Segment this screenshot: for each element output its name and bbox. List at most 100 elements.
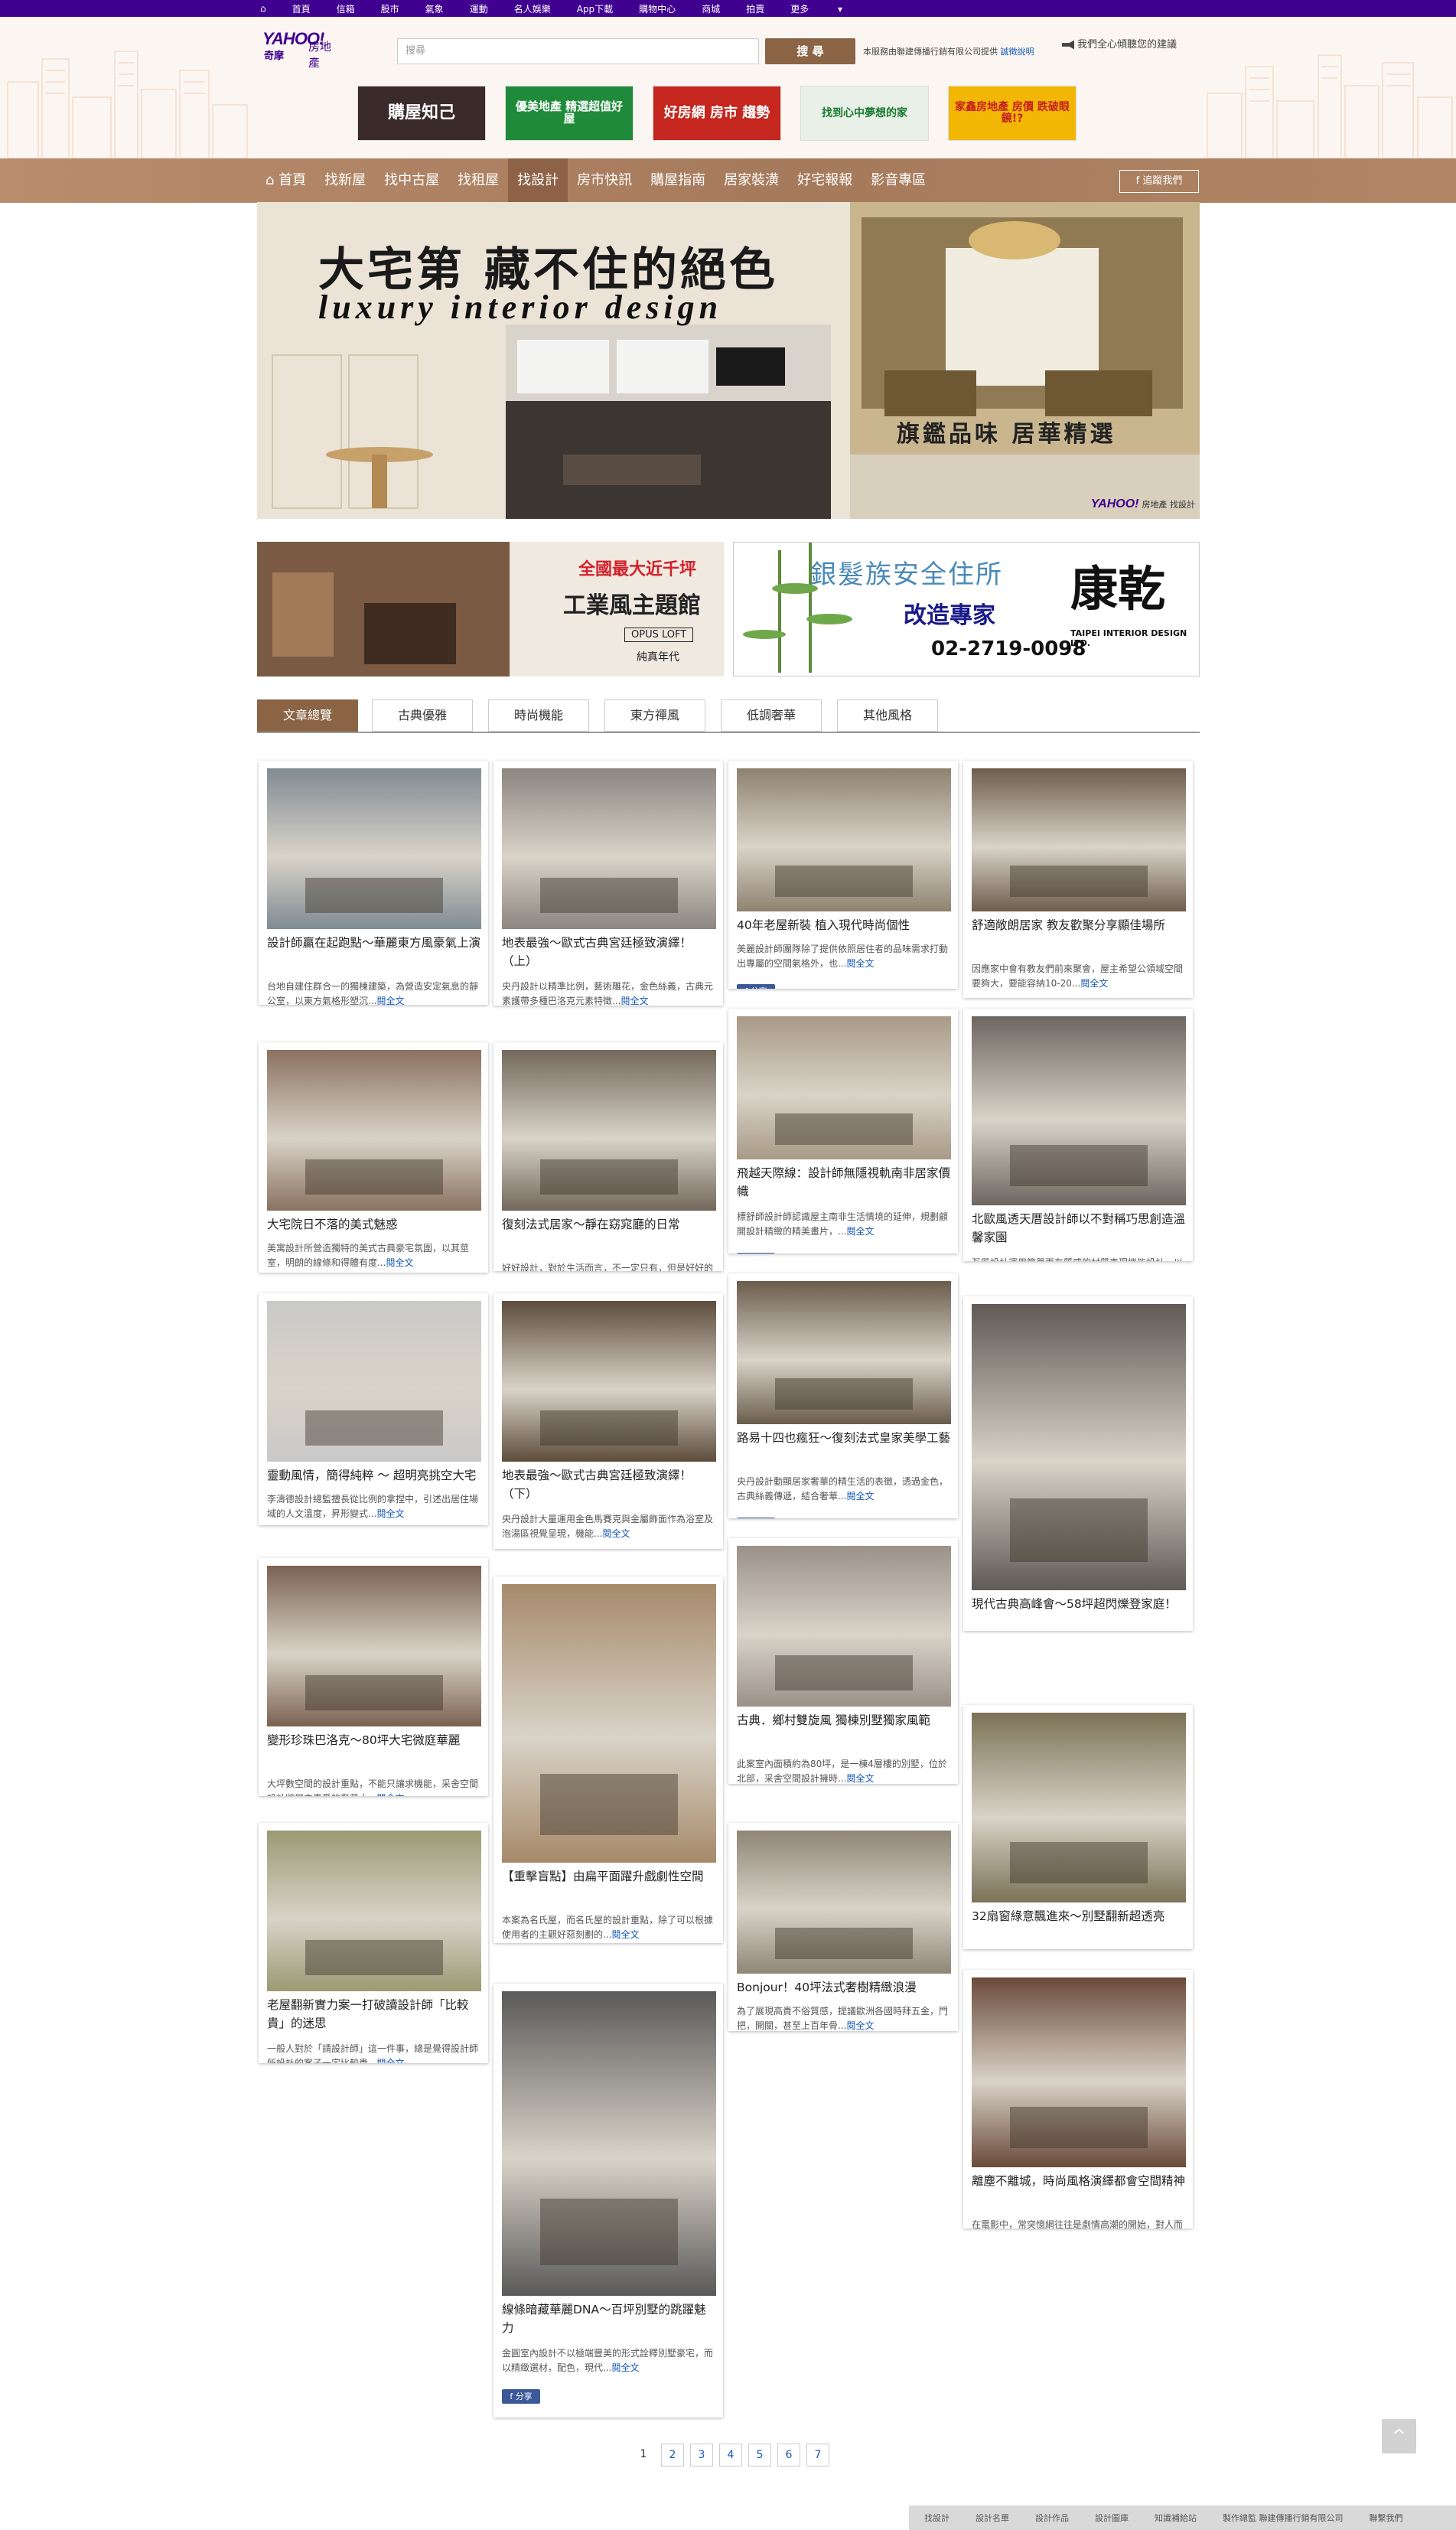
page-2[interactable]: 2: [661, 2444, 684, 2466]
hero-banner[interactable]: 大宅第 藏不住的絕色 luxury interior design 旗鑑品味 居…: [257, 202, 1200, 519]
article-title[interactable]: 古典．鄉村雙旋風 獨棟別墅獨家風範: [737, 1711, 951, 1756]
tab-modern[interactable]: 時尚機能: [488, 699, 589, 732]
article-card[interactable]: 舒適敞朗居家 教友歡聚分享顯佳場所 因應家中會有教友們前來聚會，屋主希望公領域空間…: [963, 761, 1193, 998]
article-title[interactable]: 舒適敞朗居家 教友歡聚分享顯佳場所: [972, 916, 1186, 960]
article-card[interactable]: 32扇窗綠意飄進來～別墅翻新超透亮壁紙，窗簾，燈罩，動線，結構等所有老屋問題，及…: [963, 1705, 1193, 1949]
article-photo[interactable]: [737, 1831, 951, 1974]
home-icon[interactable]: ⌂: [260, 3, 266, 14]
nav-home[interactable]: ⌂ 首頁: [256, 158, 315, 203]
facebook-share-button[interactable]: f 分享: [737, 1253, 775, 1254]
facebook-share-button[interactable]: f 分享: [502, 2389, 540, 2404]
article-photo[interactable]: [972, 1977, 1186, 2167]
footer-link-1[interactable]: 找設計: [924, 2512, 949, 2524]
nav-new-house[interactable]: 找新屋: [315, 158, 375, 203]
article-card[interactable]: 路易十四也瘋狂～復刻法式皇家美學工藝 央丹設計動顯居家奢華的精生活的表徵，透過金色…: [728, 1273, 958, 1518]
footer-link-6[interactable]: 製作總監 聯建傳播行銷有限公司: [1223, 2512, 1344, 2524]
promo-1[interactable]: 購屋知己: [357, 86, 486, 141]
read-more-link[interactable]: 閱全文: [846, 1226, 874, 1237]
article-photo[interactable]: [267, 1301, 481, 1462]
read-more-link[interactable]: 閱全文: [846, 958, 874, 969]
article-photo[interactable]: [502, 1301, 716, 1462]
top-nav-mail[interactable]: 信箱: [337, 2, 355, 15]
read-more-link[interactable]: 閱全文: [1080, 978, 1108, 989]
article-card[interactable]: 線條暗藏華麗DNA～百坪別墅的跳躍魅力 金圓室內設計不以極端豐美的形式詮釋別墅豪宅…: [493, 1984, 723, 2418]
article-photo[interactable]: [267, 1050, 481, 1211]
ad-banner-opus-loft[interactable]: 全國最大近千坪 工業風主題館 OPUS LOFT 純真年代: [257, 542, 724, 677]
nav-rent[interactable]: 找租屋: [448, 158, 508, 203]
top-nav-weather[interactable]: 氣象: [425, 2, 444, 15]
top-nav-app[interactable]: App下載: [577, 2, 613, 15]
nav-home-decor[interactable]: 居家裝潢: [715, 158, 788, 203]
article-card[interactable]: 【重擊盲點】由扁平面躍升戲劇性空間 本案為名氏屋，而名氏屋的設計重點，除了可以根據…: [493, 1576, 723, 1943]
article-title[interactable]: 現代古典高峰會～58坪超閃爍登家庭！: [972, 1595, 1186, 1631]
page-6[interactable]: 6: [777, 2444, 800, 2466]
article-photo[interactable]: [972, 1713, 1186, 1902]
service-note-link[interactable]: 誠徵說明: [1001, 47, 1034, 57]
article-title[interactable]: 設計師贏在起跑點～華麗東方風豪氣上演: [267, 934, 481, 978]
article-card[interactable]: 飛越天際線：設計師無隱視軌南非居家價幟 標舒師設計師認識屋主南非生活情境的延伸，規…: [728, 1009, 958, 1254]
read-more-link[interactable]: 閱全文: [846, 1773, 874, 1784]
nav-market-news[interactable]: 房市快訊: [568, 158, 641, 203]
nav-used-house[interactable]: 找中古屋: [375, 158, 448, 203]
article-photo[interactable]: [502, 768, 716, 929]
article-photo[interactable]: [737, 1016, 951, 1159]
tab-oriental[interactable]: 東方禪風: [604, 699, 705, 732]
search-input[interactable]: 搜尋: [397, 38, 759, 64]
promo-4[interactable]: 找到心中夢想的家: [800, 86, 929, 141]
read-more-link[interactable]: 閱全文: [846, 1491, 874, 1501]
article-photo[interactable]: [502, 1584, 716, 1863]
article-title[interactable]: 飛越天際線：設計師無隱視軌南非居家價幟: [737, 1164, 951, 1208]
read-more-link[interactable]: 閱全文: [611, 1929, 639, 1940]
yahoo-realestate-logo[interactable]: YAHOO! 奇摩 房地產: [262, 29, 342, 70]
footer-link-7[interactable]: 聯繫我們: [1370, 2512, 1403, 2524]
article-card[interactable]: 離塵不離城，時尚風格演繹都會空間精神 在電影中，常突憶網往往是劇情高潮的開始，對人…: [963, 1970, 1193, 2228]
top-nav-shopping[interactable]: 購物中心: [639, 2, 676, 15]
page-5[interactable]: 5: [748, 2444, 771, 2466]
article-title[interactable]: 離塵不離城，時尚風格演繹都會空間精神: [972, 2172, 1186, 2216]
article-photo[interactable]: [502, 1991, 716, 2296]
article-title[interactable]: 變形珍珠巴洛克～80坪大宅微庭華麗: [267, 1731, 481, 1775]
article-title[interactable]: 地表最強～歐式古典宮廷極致演繹！（下）: [502, 1466, 716, 1511]
read-more-link[interactable]: 閱全文: [376, 1508, 404, 1519]
top-nav-home[interactable]: 首頁: [292, 2, 311, 15]
article-title[interactable]: 老屋翻新實力案一打破讀設計師「比較貴」的迷思: [267, 1996, 481, 2040]
article-title[interactable]: 復刻法式居家～靜在窈窕廳的日常: [502, 1215, 716, 1260]
top-nav-stock[interactable]: 股市: [381, 2, 399, 15]
tab-other[interactable]: 其他風格: [837, 699, 938, 732]
article-card[interactable]: 古典．鄉村雙旋風 獨棟別墅獨家風範 此案室內面積約為80坪，是一棟4層樓的別墅，位…: [728, 1538, 958, 1784]
read-more-link[interactable]: 閱全文: [386, 1257, 413, 1268]
article-title[interactable]: 32扇窗綠意飄進來～別墅翻新超透亮: [972, 1907, 1186, 1949]
article-card[interactable]: 現代古典高峰會～58坪超閃爍登家庭！育別於一般繁瑣的金色華麗，央丹設計將奢華揉大…: [963, 1296, 1193, 1631]
promo-5[interactable]: 家鑫房地產 房價 跌破眼鏡!?: [948, 86, 1077, 141]
promo-3[interactable]: 好房網 房市 趨勢: [653, 86, 781, 141]
ad-banner-kangqian[interactable]: 銀髮族安全住所 改造專家 康乾 02-2719-0098 TAIPEI INTE…: [733, 542, 1200, 677]
article-title[interactable]: 【重擊盲點】由扁平面躍升戲劇性空間: [502, 1867, 716, 1912]
article-card[interactable]: 地表最強～歐式古典宮廷極致演繹！（上） 央丹設計以精準比例，藝術雕花，金色絲義，古…: [493, 761, 723, 1006]
article-photo[interactable]: [737, 1281, 951, 1424]
top-nav-auction[interactable]: 拍賣: [746, 2, 764, 15]
top-nav-celebrity[interactable]: 名人娛樂: [514, 2, 551, 15]
top-nav-more[interactable]: 更多 ▾: [790, 2, 842, 15]
page-4[interactable]: 4: [719, 2444, 742, 2466]
page-1[interactable]: 1: [632, 2444, 655, 2466]
article-title[interactable]: 地表最強～歐式古典宮廷極致演繹！（上）: [502, 934, 716, 978]
read-more-link[interactable]: 閱全文: [376, 1793, 404, 1796]
article-photo[interactable]: [502, 1050, 716, 1211]
tab-classical[interactable]: 古典優雅: [372, 699, 473, 732]
page-7[interactable]: 7: [806, 2444, 829, 2466]
nav-design[interactable]: 找設計: [508, 158, 568, 203]
footer-link-5[interactable]: 知識補給站: [1155, 2512, 1197, 2524]
nav-good-house-news[interactable]: 好宅報報: [788, 158, 862, 203]
read-more-link[interactable]: 閱全文: [376, 2058, 404, 2063]
article-photo[interactable]: [972, 768, 1186, 911]
article-photo[interactable]: [737, 768, 951, 911]
nav-video[interactable]: 影音專區: [862, 158, 935, 203]
article-title[interactable]: 大宅院日不落的美式魅惑: [267, 1215, 481, 1240]
article-title[interactable]: 北歐風透天厝設計師以不對稱巧思創造溫馨家園: [972, 1210, 1186, 1254]
article-title[interactable]: 路易十四也瘋狂～復刻法式皇家美學工藝: [737, 1429, 951, 1473]
article-photo[interactable]: [972, 1016, 1186, 1205]
article-photo[interactable]: [737, 1546, 951, 1707]
article-card[interactable]: Bonjour！40坪法式奢樹精緻浪漫 為了展現高貴不俗質感，提議歐洲各國時拜五金…: [728, 1823, 958, 2031]
top-nav-mall[interactable]: 商城: [702, 2, 720, 15]
article-title[interactable]: 40年老屋新裝 植入現代時尚個性: [737, 916, 951, 941]
